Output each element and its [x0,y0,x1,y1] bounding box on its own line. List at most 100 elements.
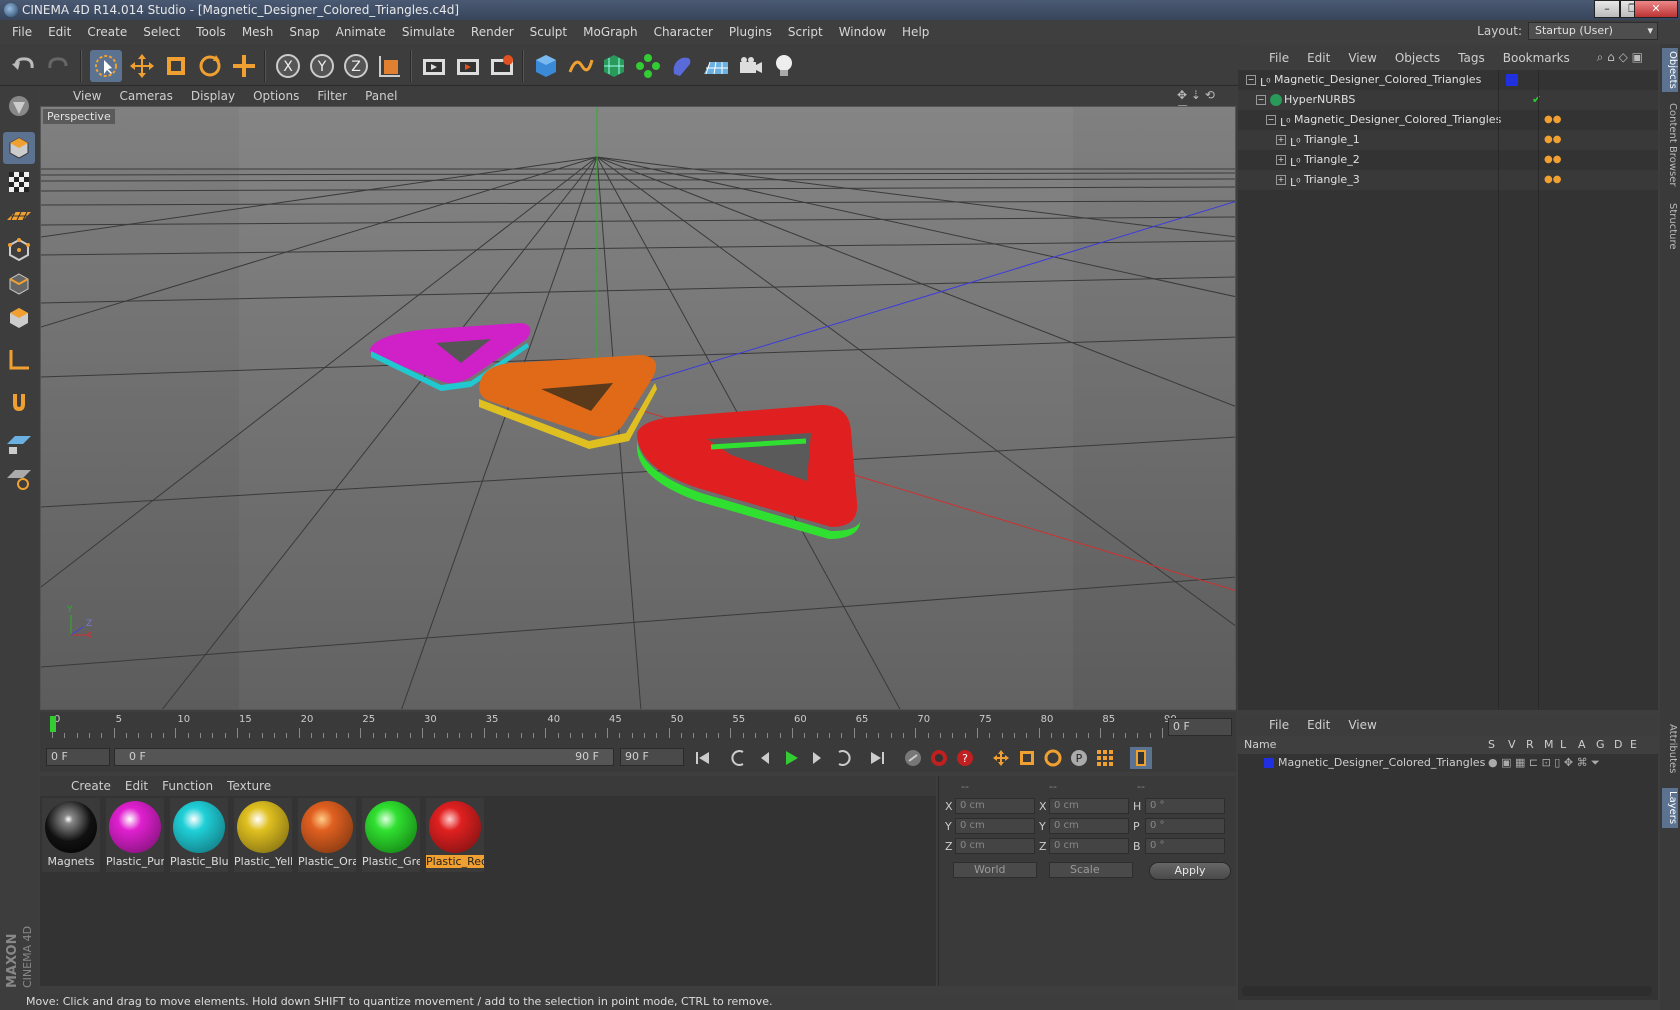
obj-menu-objects[interactable]: Objects [1386,51,1449,65]
rotation-p-field[interactable]: 0 ° [1145,818,1225,834]
mat-menu-texture[interactable]: Texture [220,779,278,793]
position-z-field[interactable]: 0 cm [955,838,1035,854]
snap-magnet-icon[interactable] [3,386,35,418]
play-icon[interactable] [780,747,802,769]
menu-mograph[interactable]: MoGraph [575,25,646,39]
points-mode-icon[interactable] [3,234,35,266]
axis-mode-icon[interactable] [3,344,35,376]
keyframe-selection-icon[interactable]: ? [954,747,976,769]
menu-render[interactable]: Render [463,25,522,39]
frame-range-slider[interactable]: 0 F 90 F [114,748,614,766]
deformer-icon[interactable] [666,50,698,82]
menu-animate[interactable]: Animate [328,25,394,39]
object-row[interactable]: + L⁰ Triangle_3 ●● [1238,170,1658,190]
mat-menu-function[interactable]: Function [155,779,220,793]
layer-menu-view[interactable]: View [1339,718,1385,732]
menu-snap[interactable]: Snap [281,25,327,39]
obj-menu-view[interactable]: View [1339,51,1385,65]
layer-menu-file[interactable]: File [1260,718,1298,732]
expand-icon[interactable]: + [1276,175,1286,185]
material-swatch[interactable]: Plastic_Yellow [234,798,292,872]
go-to-start-icon[interactable] [692,747,714,769]
coordinate-mode-dropdown[interactable]: Scale [1049,862,1133,878]
obj-menu-tags[interactable]: Tags [1449,51,1494,65]
rotation-h-field[interactable]: 0 ° [1145,798,1225,814]
object-manager-search-icon[interactable]: ⌕ ⌂ ◇ ▣ [1588,50,1652,65]
floor-icon[interactable] [700,50,732,82]
key-pla-icon[interactable] [1094,747,1116,769]
layer-toggle-icons[interactable]: ● ▣ ▦ ⊏ ⊡ ▯ ✥ ⌘ ⏷ [1488,754,1600,772]
timeline-playhead[interactable] [50,716,56,732]
menu-script[interactable]: Script [780,25,831,39]
tab-structure[interactable]: Structure [1662,196,1678,256]
menu-file[interactable]: File [4,25,40,39]
go-to-end-icon[interactable] [866,747,888,769]
obj-menu-file[interactable]: File [1260,51,1298,65]
close-button[interactable]: ✕ [1634,0,1678,18]
menu-edit[interactable]: Edit [40,25,79,39]
live-selection-icon[interactable] [90,50,122,82]
material-swatch[interactable]: Plastic_Blue [170,798,228,872]
key-rotation-icon[interactable] [1042,747,1064,769]
layout-select[interactable]: Startup (User) [1528,22,1658,40]
size-z-field[interactable]: 0 cm [1049,838,1129,854]
expand-icon[interactable]: + [1276,135,1286,145]
render-settings-icon[interactable] [486,50,518,82]
planar-workplane-icon[interactable] [3,462,35,494]
collapse-icon[interactable]: − [1246,75,1256,85]
previous-frame-icon[interactable] [754,747,776,769]
menu-plugins[interactable]: Plugins [721,25,780,39]
key-scale-icon[interactable] [1016,747,1038,769]
timeline-ruler[interactable]: 051015202530354045505560657075808590 0 F [40,712,1236,742]
object-row[interactable]: + L⁰ Triangle_2 ●● [1238,150,1658,170]
light-icon[interactable] [768,50,800,82]
tab-objects[interactable]: Objects [1662,48,1678,92]
vp-menu-filter[interactable]: Filter [308,89,356,103]
position-y-field[interactable]: 0 cm [955,818,1035,834]
vp-menu-panel[interactable]: Panel [356,89,406,103]
camera-icon[interactable] [734,50,766,82]
menu-character[interactable]: Character [646,25,721,39]
object-row[interactable]: + L⁰ Triangle_1 ●● [1238,130,1658,150]
collapse-icon[interactable]: − [1266,115,1276,125]
material-tag-icon[interactable]: ●● [1544,110,1561,130]
polygons-mode-icon[interactable] [3,302,35,334]
next-key-icon[interactable] [832,747,854,769]
y-axis-lock-icon[interactable]: Y [306,50,338,82]
material-tag-icon[interactable]: ●● [1544,130,1561,150]
record-keys-icon[interactable] [902,747,924,769]
end-frame-field[interactable]: 90 F [620,748,684,766]
menu-create[interactable]: Create [79,25,135,39]
previous-key-icon[interactable] [728,747,750,769]
enabled-check-icon[interactable]: ✔ [1532,90,1541,110]
subdivision-surface-icon[interactable] [598,50,630,82]
next-frame-icon[interactable] [806,747,828,769]
size-x-field[interactable]: 0 cm [1049,798,1129,814]
position-x-field[interactable]: 0 cm [955,798,1035,814]
material-swatch[interactable]: Magnets [42,798,100,872]
mat-menu-edit[interactable]: Edit [118,779,155,793]
model-mode-icon[interactable] [3,132,35,164]
vp-menu-view[interactable]: View [64,89,110,103]
cube-primitive-icon[interactable] [530,50,562,82]
obj-menu-bookmarks[interactable]: Bookmarks [1494,51,1579,65]
move-tool-icon[interactable] [126,50,158,82]
material-swatch[interactable]: Plastic_Purp [106,798,164,872]
autokeying-icon[interactable] [928,747,950,769]
obj-menu-edit[interactable]: Edit [1298,51,1339,65]
menu-window[interactable]: Window [831,25,894,39]
workplane-mode-icon[interactable] [3,200,35,232]
layer-menu-edit[interactable]: Edit [1298,718,1339,732]
scale-tool-icon[interactable] [160,50,192,82]
texture-mode-icon[interactable] [3,166,35,198]
render-picture-viewer-icon[interactable] [452,50,484,82]
array-icon[interactable] [632,50,664,82]
menu-sculpt[interactable]: Sculpt [522,25,575,39]
vp-menu-options[interactable]: Options [244,89,308,103]
key-position-icon[interactable] [990,747,1012,769]
undo-icon[interactable] [8,50,40,82]
object-row[interactable]: − HyperNURBS ✔ [1238,90,1658,110]
locked-workplane-icon[interactable] [3,428,35,460]
menu-select[interactable]: Select [135,25,188,39]
expand-icon[interactable]: + [1276,155,1286,165]
